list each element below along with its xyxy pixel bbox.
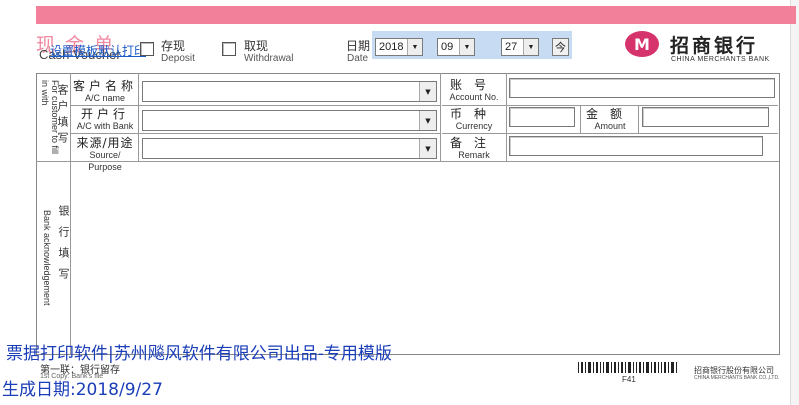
- currency-input[interactable]: [509, 107, 575, 127]
- remark-input[interactable]: [509, 136, 763, 156]
- deposit-checkbox[interactable]: [140, 42, 154, 56]
- bank-label: 开户行 A/C with Bank: [76, 107, 134, 131]
- bank-name-en: CHINA MERCHANTS BANK: [671, 56, 770, 63]
- column-divider: [440, 73, 441, 161]
- column-divider: [580, 105, 581, 133]
- set-default-template-link[interactable]: 设置模板默认打印: [50, 42, 146, 59]
- year-select[interactable]: 2018 ▼: [375, 38, 423, 56]
- column-divider: [138, 73, 139, 161]
- window-edge: [790, 0, 799, 405]
- amount-input[interactable]: [642, 107, 769, 127]
- currency-label: 币种 Currency: [449, 107, 498, 131]
- withdrawal-label-cn: 取现: [244, 39, 269, 53]
- row-divider: [442, 105, 778, 106]
- bank-name-cn: 招商银行: [670, 35, 759, 57]
- remark-label: 备注 Remark: [449, 136, 498, 160]
- barcode-icon: [578, 362, 677, 373]
- account-name-label: 客户名称 A/C name: [72, 79, 137, 103]
- source-label: 来源/用途 Source/ Purpose: [76, 136, 134, 172]
- printer-name-en: CHINA MERCHANTS BANK CO.,LTD.: [694, 375, 780, 381]
- amount-label: 金额 Amount: [585, 107, 634, 131]
- date-label-en: Date: [347, 53, 369, 64]
- row-divider: [70, 133, 440, 134]
- chevron-down-icon: ▼: [523, 39, 538, 55]
- form-code: F41: [622, 375, 636, 384]
- chevron-down-icon: ▼: [419, 139, 436, 158]
- chevron-down-icon: ▼: [419, 111, 436, 130]
- generated-date-text: 生成日期:2018/9/27: [2, 380, 163, 400]
- chevron-down-icon: ▼: [459, 39, 474, 55]
- source-purpose-input[interactable]: ▼: [142, 138, 437, 159]
- account-no-input[interactable]: [509, 78, 775, 98]
- month-select[interactable]: 09 ▼: [437, 38, 475, 56]
- deposit-label-cn: 存现: [161, 39, 186, 53]
- chevron-down-icon: ▼: [407, 39, 422, 55]
- day-select[interactable]: 27 ▼: [501, 38, 539, 56]
- bank-input[interactable]: ▼: [142, 110, 437, 131]
- section-divider: [36, 161, 779, 162]
- account-no-label: 账号 Account No.: [449, 78, 499, 102]
- bank-section-label-en: Bank acknowledgement: [42, 210, 52, 306]
- row-divider: [442, 133, 778, 134]
- row-divider: [70, 105, 440, 106]
- column-divider: [506, 73, 507, 161]
- month-value: 09: [441, 41, 454, 53]
- date-label-cn: 日期: [346, 39, 371, 53]
- day-value: 27: [505, 41, 518, 53]
- year-value: 2018: [379, 41, 404, 53]
- today-button[interactable]: 今: [552, 38, 569, 56]
- top-color-band: [36, 6, 796, 24]
- customer-section-label: 客户填写: [56, 84, 69, 148]
- deposit-label-en: Deposit: [161, 53, 195, 64]
- account-name-input[interactable]: ▼: [142, 81, 437, 102]
- software-credit-text: 票据打印软件|苏州飚风软件有限公司出品-专用模版: [6, 344, 392, 364]
- chevron-down-icon: ▼: [419, 82, 436, 101]
- bank-logo-icon: M: [625, 31, 659, 57]
- column-divider: [638, 105, 639, 133]
- withdrawal-checkbox[interactable]: [222, 42, 236, 56]
- bank-section-label: 银行填写: [57, 205, 70, 289]
- withdrawal-label-en: Withdrawal: [244, 53, 294, 64]
